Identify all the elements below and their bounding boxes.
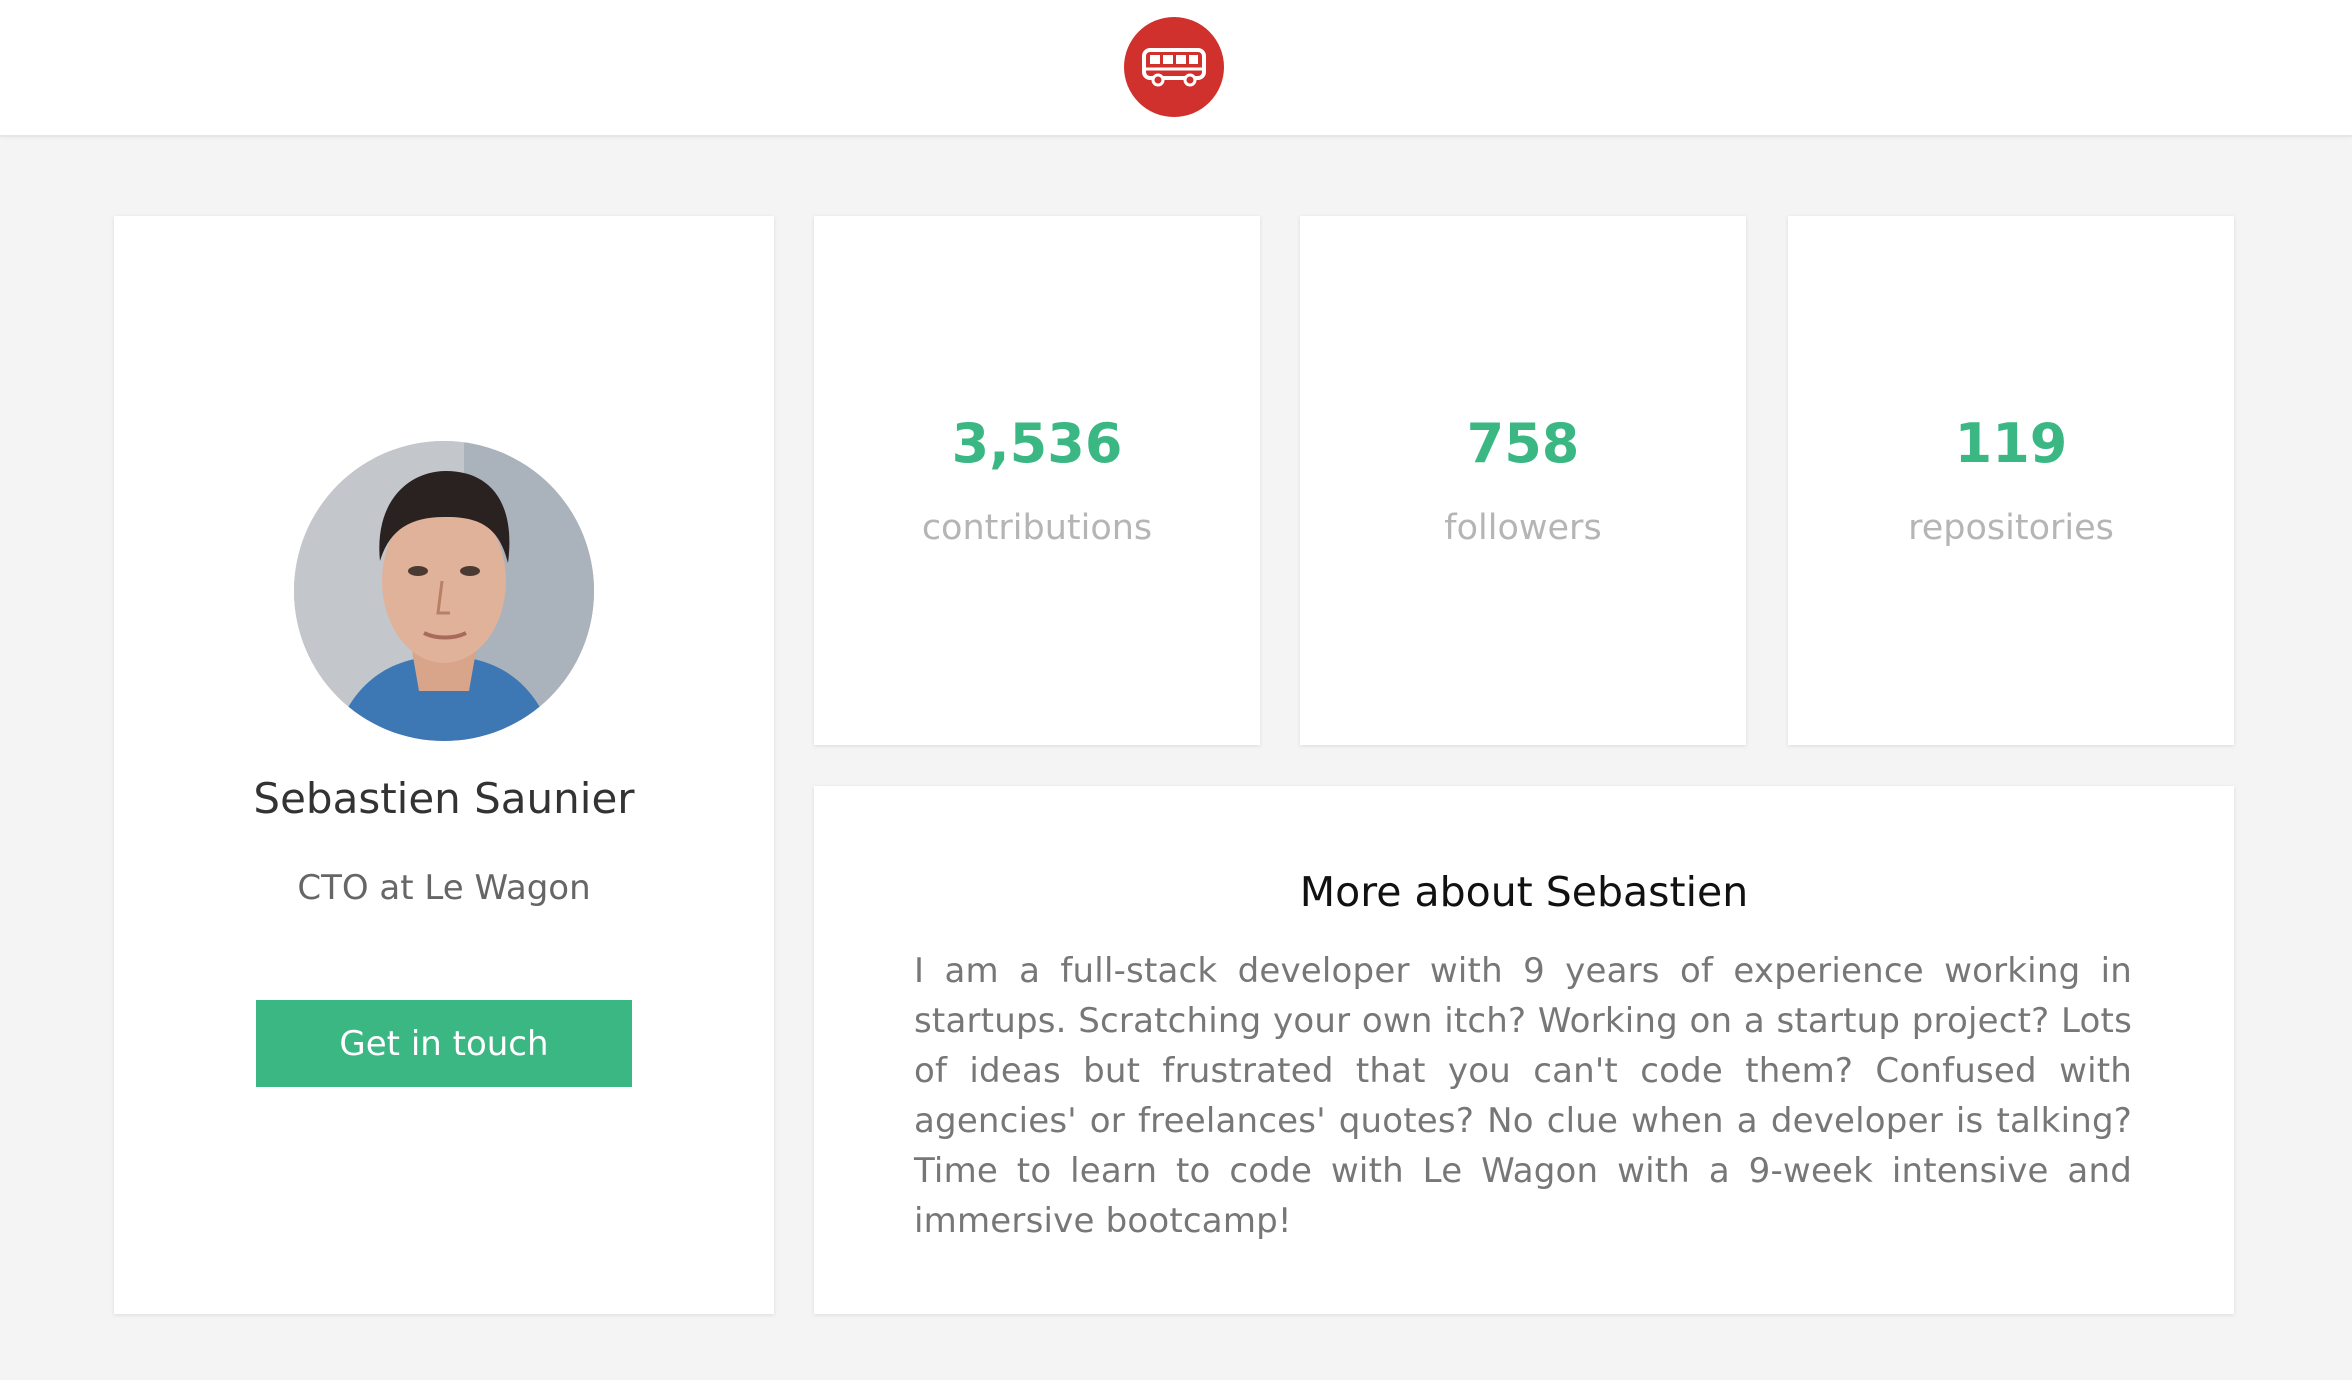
stat-label: repositories [1908,508,2114,548]
profile-card: Sebastien Saunier CTO at Le Wagon Get in… [114,216,774,1314]
avatar [294,441,594,741]
bus-icon [1142,48,1206,87]
top-navbar [0,0,2352,137]
profile-name: Sebastien Saunier [253,774,635,823]
brand-logo[interactable] [1124,17,1224,117]
about-body: I am a full-stack developer with 9 years… [914,951,2132,1241]
stat-label: followers [1444,508,1602,548]
profile-title: CTO at Le Wagon [297,868,591,908]
stat-card-repositories: 119 repositories [1788,216,2234,745]
stat-card-contributions: 3,536 contributions [814,216,1260,745]
stat-value: 3,536 [951,412,1123,475]
stat-value: 119 [1954,412,2068,475]
stat-label: contributions [921,508,1153,548]
about-heading: More about Sebastien [1299,868,1749,916]
get-in-touch-button[interactable]: Get in touch [256,1000,632,1087]
stat-card-followers: 758 followers [1300,216,1746,745]
stat-value: 758 [1466,412,1580,475]
about-card: More about Sebastien I am a full-stack d… [814,786,2234,1314]
